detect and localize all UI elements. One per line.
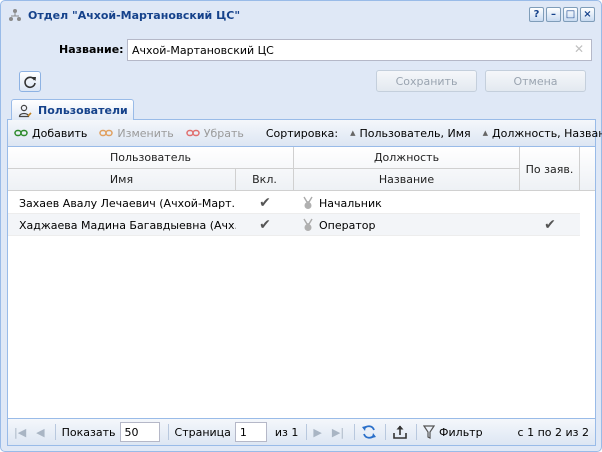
remove-button-label: Убрать [203, 126, 244, 140]
grid-header: Пользователь Должность По заяв. Имя Вкл.… [8, 147, 595, 191]
pager-separator [385, 424, 387, 440]
sort-asc-icon: ▲ [482, 129, 489, 137]
add-button-label: Добавить [32, 126, 88, 140]
reload-icon[interactable] [361, 424, 377, 440]
column-header-name[interactable]: Имя [8, 169, 236, 191]
department-form: Название: ✕ Сохранить Отмена [7, 29, 596, 97]
page-size-input[interactable] [119, 422, 160, 442]
pager-separator [167, 424, 169, 440]
by-request-cell [520, 192, 580, 214]
prev-page-icon[interactable]: ◀ [36, 426, 44, 439]
enabled-cell: ✔ [236, 214, 294, 236]
check-icon: ✔ [259, 217, 271, 233]
remove-button[interactable]: Убрать [186, 127, 244, 140]
user-name: Хаджаева Мадина Багавдыевна (Ачх... [19, 218, 236, 232]
enabled-cell: ✔ [236, 192, 294, 214]
pager-separator [306, 424, 308, 440]
window-titlebar[interactable]: Отдел "Ачхой-Мартановский ЦС" ? – □ × [1, 1, 601, 29]
column-header-title[interactable]: Название [294, 169, 520, 191]
next-page-icon[interactable]: ▶ [313, 426, 321, 439]
column-header-by-request[interactable]: По заяв. [520, 147, 580, 191]
page-label: Страница [174, 425, 231, 439]
edit-button[interactable]: Изменить [99, 126, 174, 140]
paging-info: с 1 по 2 из 2 [517, 425, 589, 439]
minimize-icon[interactable]: – [546, 7, 561, 22]
page-size-label: Показать [61, 425, 116, 439]
user-name-cell: Хаджаева Мадина Багавдыевна (Ачх... [14, 214, 236, 236]
help-icon[interactable]: ? [529, 7, 544, 22]
sort-user-name-button[interactable]: ▲ Пользователь, Имя [350, 127, 471, 140]
window-tools: ? – □ × [529, 7, 595, 22]
window-title: Отдел "Ачхой-Мартановский ЦС" [28, 8, 241, 22]
maximize-icon[interactable]: □ [563, 7, 578, 22]
user-name-cell: Захаев Авалу Лечаевич (Ачхой-Март... [14, 192, 236, 214]
save-button[interactable]: Сохранить [376, 70, 477, 92]
tab-strip: Пользователи [7, 98, 596, 121]
pager-separator [416, 424, 418, 440]
position-badge-icon [303, 196, 313, 209]
sort-label: Сортировка: [265, 126, 339, 140]
table-row[interactable]: Захаев Авалу Лечаевич (Ачхой-Март... ✔ Н… [8, 192, 580, 214]
user-name: Захаев Авалу Лечаевич (Ачхой-Март... [19, 196, 236, 210]
name-field[interactable] [127, 39, 592, 61]
paging-toolbar: |◀ ◀ Показать Страница из 1 ▶ ▶| [8, 418, 595, 445]
filter-label: Фильтр [439, 425, 483, 439]
user-edit-icon [18, 104, 32, 117]
by-request-cell: ✔ [520, 214, 580, 236]
position-title: Начальник [319, 196, 382, 210]
users-panel: Добавить Изменить Убрать Сортировка: ▲ П… [7, 120, 602, 446]
position-badge-icon [303, 218, 313, 231]
check-icon: ✔ [259, 195, 271, 211]
last-page-icon[interactable]: ▶| [332, 426, 344, 439]
close-icon[interactable]: × [580, 7, 595, 22]
export-icon[interactable] [392, 424, 408, 440]
tab-users[interactable]: Пользователи [11, 99, 134, 121]
name-label: Название: [59, 43, 124, 56]
filter-button[interactable]: Фильтр [423, 425, 483, 439]
pager-separator [54, 424, 56, 440]
sort-position-title-button[interactable]: ▲ Должность, Название [483, 127, 602, 140]
position-title-cell: Начальник [302, 192, 520, 214]
link-edit-icon [99, 129, 114, 137]
refresh-button[interactable] [19, 71, 41, 92]
sort-user-name-label: Пользователь, Имя [359, 126, 471, 140]
position-title: Оператор [319, 218, 376, 232]
column-header-enabled[interactable]: Вкл. [236, 169, 294, 191]
table-row[interactable]: Хаджаева Мадина Багавдыевна (Ачх... ✔ Оп… [8, 214, 580, 236]
group-header-position: Должность [294, 147, 520, 169]
sort-asc-icon: ▲ [350, 129, 356, 137]
grid-body: Захаев Авалу Лечаевич (Ачхой-Март... ✔ Н… [8, 192, 580, 236]
link-add-icon [14, 129, 28, 137]
page-number-input[interactable] [234, 422, 267, 442]
refresh-icon [24, 75, 36, 88]
clear-icon[interactable]: ✕ [574, 42, 584, 56]
position-title-cell: Оператор [302, 214, 520, 236]
tab-users-label: Пользователи [38, 104, 128, 117]
sort-position-title-label: Должность, Название [492, 126, 602, 140]
add-button[interactable]: Добавить [14, 127, 87, 140]
edit-button-label: Изменить [117, 126, 174, 140]
department-window: Отдел "Ачхой-Мартановский ЦС" ? – □ × На… [0, 0, 602, 452]
filter-icon [423, 425, 436, 439]
link-remove-icon [186, 129, 200, 137]
pager-separator [354, 424, 356, 440]
page-count-label: из 1 [274, 425, 299, 439]
org-structure-icon [9, 9, 21, 21]
check-icon: ✔ [544, 217, 556, 233]
first-page-icon[interactable]: |◀ [14, 426, 26, 439]
cancel-button[interactable]: Отмена [485, 70, 586, 92]
grid-toolbar: Добавить Изменить Убрать Сортировка: ▲ П… [8, 120, 602, 147]
group-header-user: Пользователь [8, 147, 294, 169]
